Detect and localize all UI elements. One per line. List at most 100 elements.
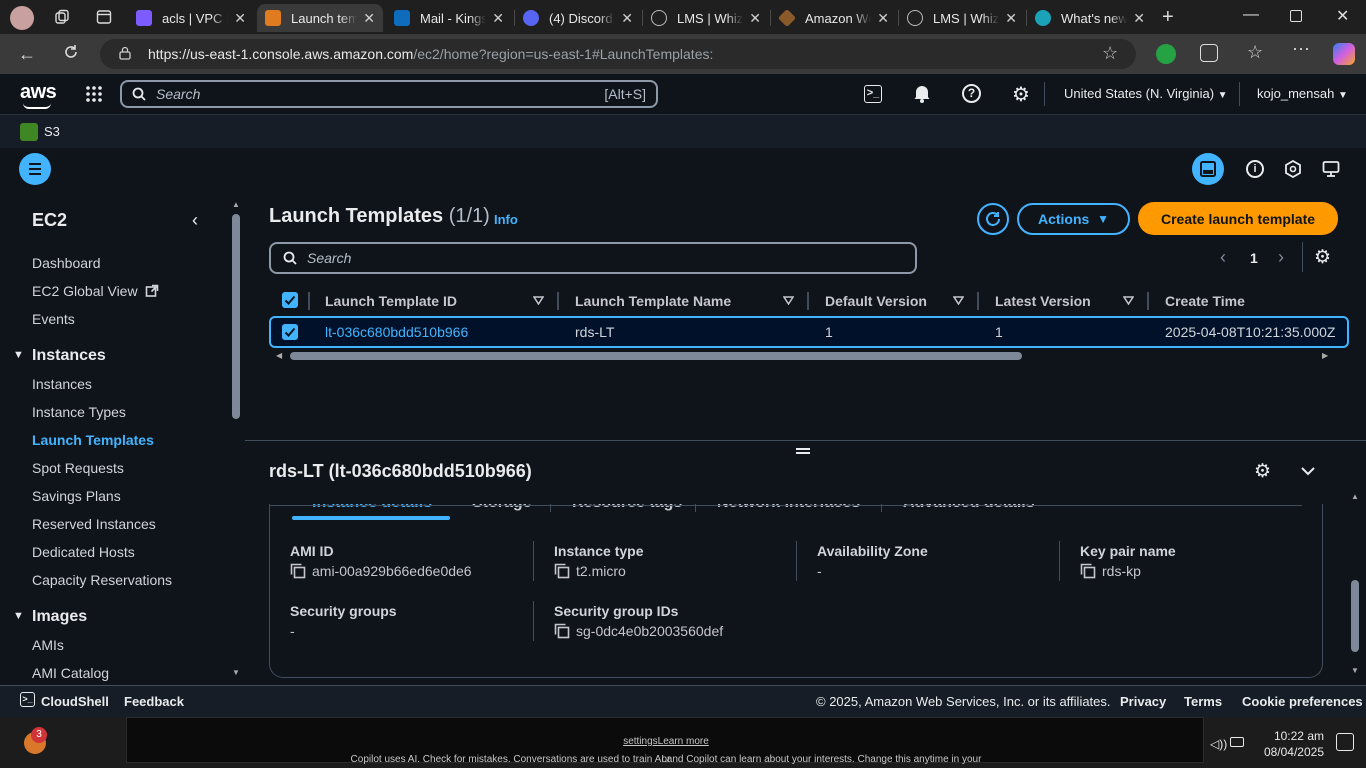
copilot-icon[interactable] <box>1333 43 1355 65</box>
sidebar-item-instances[interactable]: Instances <box>32 376 92 392</box>
chevron-down-icon[interactable] <box>1300 466 1316 476</box>
copilot-learn-more-link[interactable]: Learn more <box>658 736 709 747</box>
collapse-sidebar-icon[interactable]: ‹ <box>192 210 198 231</box>
favorites-icon[interactable]: ☆ <box>1247 42 1263 63</box>
region-selector[interactable]: United States (N. Virginia) ▼ <box>1064 86 1228 101</box>
sidebar-item-savings-plans[interactable]: Savings Plans <box>32 488 121 504</box>
scroll-thumb[interactable] <box>1351 580 1359 652</box>
terms-link[interactable]: Terms <box>1184 694 1222 709</box>
resize-handle-icon[interactable] <box>796 448 810 454</box>
speaker-icon[interactable]: ◁)) <box>1210 737 1227 751</box>
column-header-template-name[interactable]: Launch Template Name <box>575 293 731 309</box>
url-field[interactable]: https://us-east-1.console.aws.amazon.com… <box>100 39 1136 69</box>
sidebar-item-dashboard[interactable]: Dashboard <box>32 255 101 271</box>
sort-caret-icon[interactable] <box>533 296 544 305</box>
tab-actions-icon[interactable] <box>96 9 112 25</box>
select-all-checkbox[interactable] <box>282 292 298 308</box>
table-horizontal-scrollbar[interactable]: ◀ ▶ <box>274 350 1338 362</box>
split-panel-scrollbar[interactable]: ▲ ▼ <box>1348 492 1362 682</box>
favorite-star-icon[interactable]: ☆ <box>1102 43 1118 64</box>
close-tab-icon[interactable]: ✕ <box>234 10 246 27</box>
aws-logo[interactable]: aws <box>20 81 57 104</box>
sidebar-item-global-view[interactable]: EC2 Global View <box>32 283 159 299</box>
notifications-bell-icon[interactable] <box>913 83 931 103</box>
row-checkbox[interactable] <box>282 324 298 340</box>
scroll-thumb[interactable] <box>232 214 240 419</box>
browser-tab[interactable]: (4) Discord | ✕ <box>515 4 641 32</box>
close-tab-icon[interactable]: ✕ <box>492 10 504 27</box>
info-panel-icon[interactable]: i <box>1246 160 1264 178</box>
column-header-latest-version[interactable]: Latest Version <box>995 293 1091 309</box>
next-page-icon[interactable]: › <box>1278 247 1284 268</box>
tutorial-icon[interactable] <box>1284 160 1302 178</box>
sort-caret-icon[interactable] <box>1123 296 1134 305</box>
close-window-icon[interactable]: ✕ <box>1336 6 1349 26</box>
close-tab-icon[interactable]: ✕ <box>877 10 889 27</box>
cookie-preferences-link[interactable]: Cookie preferences <box>1242 694 1363 709</box>
browser-tab[interactable]: Mail - Kingsley✕ <box>386 4 512 32</box>
extensions-icon[interactable] <box>1200 44 1218 62</box>
browser-tab-active[interactable]: Launch templates | EC2✕ <box>257 4 383 32</box>
copy-icon[interactable] <box>290 563 306 579</box>
minimize-icon[interactable]: — <box>1243 6 1259 24</box>
sidebar-section-instances[interactable]: Instances <box>32 347 106 365</box>
sidebar-item-events[interactable]: Events <box>32 311 75 327</box>
close-tab-icon[interactable]: ✕ <box>363 10 375 27</box>
browser-tab[interactable]: acls | VPC | us-east-1✕ <box>128 4 254 32</box>
browser-tab[interactable]: What's new in ✕ <box>1027 4 1153 32</box>
column-header-create-time[interactable]: Create Time <box>1165 293 1245 309</box>
browser-tab[interactable]: LMS | Whizlabs✕ <box>899 4 1025 32</box>
copy-icon[interactable] <box>554 563 570 579</box>
hamburger-menu-icon[interactable] <box>19 153 51 185</box>
close-tab-icon[interactable]: ✕ <box>749 10 761 27</box>
sidebar-item-reserved-instances[interactable]: Reserved Instances <box>32 516 156 532</box>
table-preferences-gear-icon[interactable]: ⚙ <box>1314 246 1331 269</box>
copilot-settings-link[interactable]: settings <box>623 736 657 747</box>
sidebar-item-amis[interactable]: AMIs <box>32 637 64 653</box>
notification-center-icon[interactable] <box>1336 733 1354 751</box>
split-panel-settings-gear-icon[interactable]: ⚙ <box>1254 460 1271 483</box>
sidebar-item-launch-templates[interactable]: Launch Templates <box>32 432 154 448</box>
copy-icon[interactable] <box>554 623 570 639</box>
clock-date[interactable]: 08/04/2025 <box>1258 745 1324 759</box>
cloudshell-link[interactable]: CloudShell <box>41 694 109 709</box>
refresh-button[interactable] <box>977 203 1009 235</box>
sidebar-section-images[interactable]: Images <box>32 608 87 626</box>
close-tab-icon[interactable]: ✕ <box>1005 10 1017 27</box>
cloudshell-icon[interactable]: >_ <box>864 85 882 103</box>
prev-page-icon[interactable]: ‹ <box>1220 247 1226 268</box>
caret-down-icon[interactable]: ▼ <box>13 349 24 361</box>
clock-time[interactable]: 10:22 am <box>1270 729 1324 743</box>
info-link[interactable]: Info <box>494 212 518 227</box>
caret-down-icon[interactable]: ▼ <box>13 610 24 622</box>
sidebar-item-instance-types[interactable]: Instance Types <box>32 404 126 420</box>
privacy-link[interactable]: Privacy <box>1120 694 1166 709</box>
more-menu-icon[interactable]: ··· <box>1292 38 1310 59</box>
battery-icon[interactable] <box>1230 737 1244 747</box>
restore-icon[interactable] <box>1290 10 1302 22</box>
sidebar-item-dedicated-hosts[interactable]: Dedicated Hosts <box>32 544 135 560</box>
copy-icon[interactable] <box>1080 563 1096 579</box>
help-icon[interactable]: ? <box>962 84 981 103</box>
sidebar-item-capacity-reservations[interactable]: Capacity Reservations <box>32 572 172 588</box>
services-grid-icon[interactable] <box>85 85 103 103</box>
extension-whatsapp-icon[interactable] <box>1156 44 1176 64</box>
column-header-template-id[interactable]: Launch Template ID <box>325 293 457 309</box>
actions-button[interactable]: Actions ▼ <box>1017 203 1130 235</box>
sidebar-item-spot-requests[interactable]: Spot Requests <box>32 460 124 476</box>
account-menu[interactable]: kojo_mensah ▼ <box>1257 86 1348 101</box>
favorite-s3[interactable]: S3 <box>44 124 60 139</box>
close-tab-icon[interactable]: ✕ <box>1133 10 1145 27</box>
template-id-link[interactable]: lt-036c680bdd510b966 <box>325 324 468 340</box>
feedback-icon[interactable] <box>1322 160 1340 178</box>
sidebar-scrollbar[interactable]: ▲ ▼ <box>229 192 243 682</box>
browser-tab[interactable]: LMS | Whizlabs✕ <box>643 4 769 32</box>
page-number[interactable]: 1 <box>1250 250 1258 266</box>
close-tab-icon[interactable]: ✕ <box>621 10 633 27</box>
scroll-thumb[interactable] <box>290 352 1022 360</box>
split-panel-icon[interactable] <box>1192 153 1224 185</box>
site-info-icon[interactable] <box>118 46 132 60</box>
workspaces-icon[interactable] <box>54 9 70 25</box>
sort-caret-icon[interactable] <box>953 296 964 305</box>
refresh-icon[interactable] <box>62 43 80 61</box>
